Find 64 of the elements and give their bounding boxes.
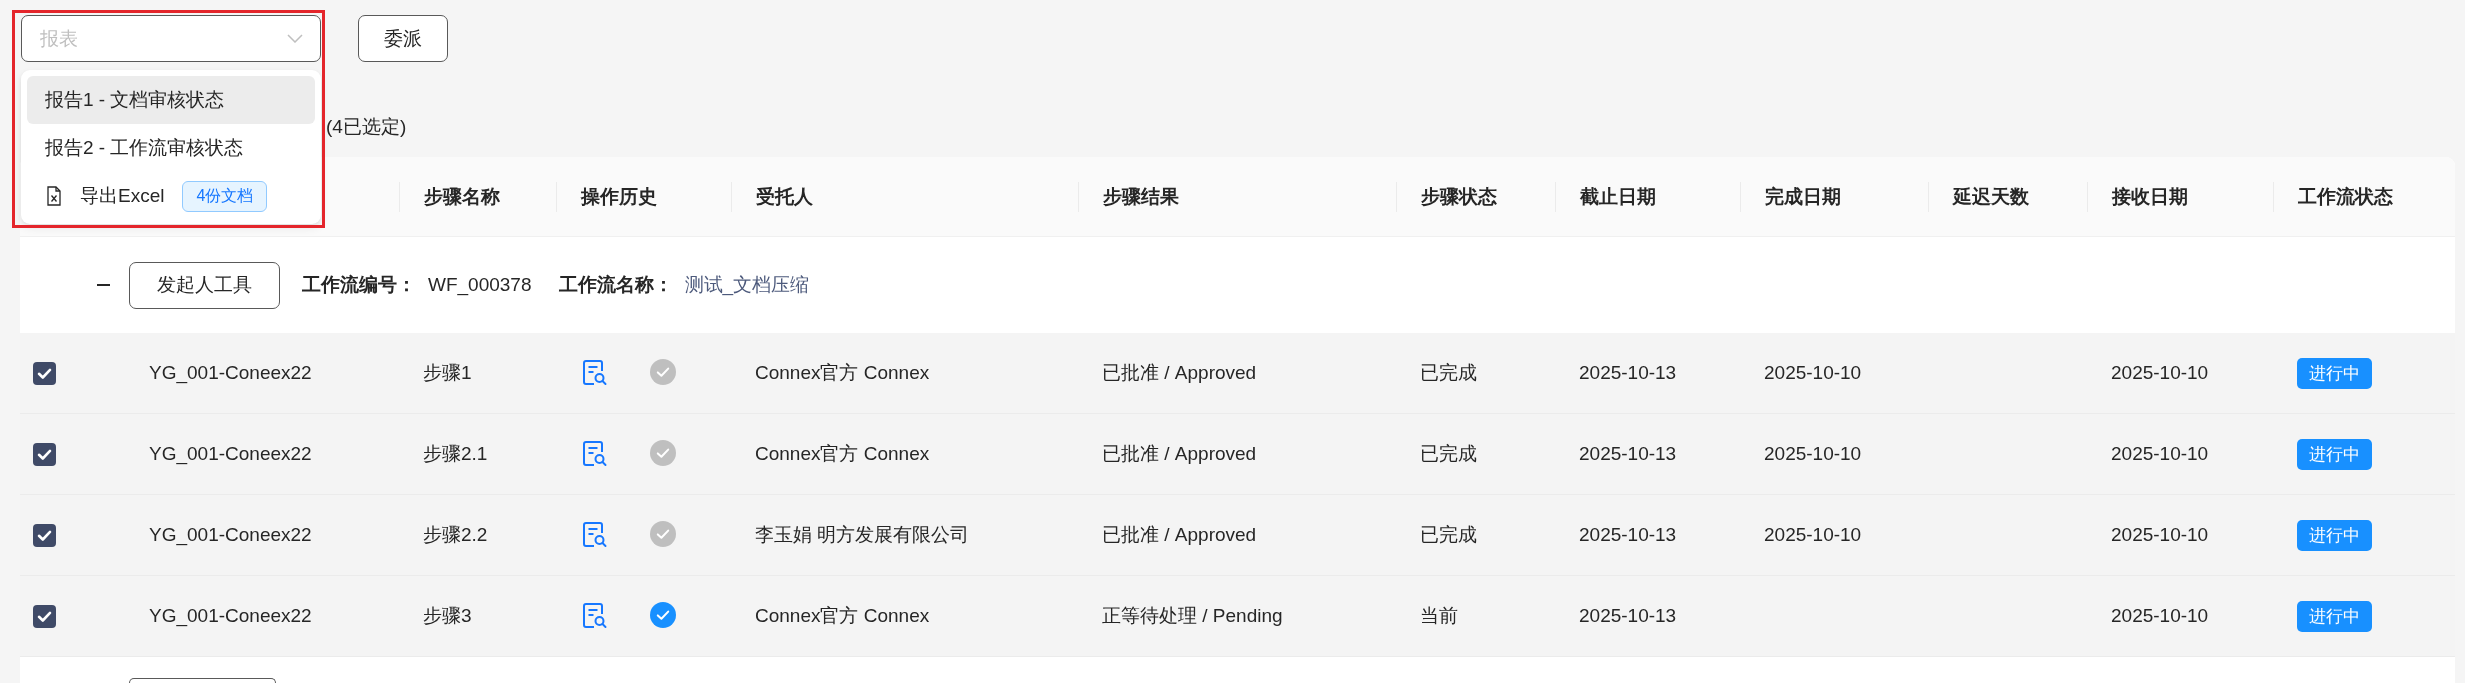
column-header: 受托人 <box>731 157 1078 236</box>
document-search-icon[interactable] <box>583 522 607 548</box>
field-label: 工作流名称： <box>558 273 673 297</box>
document-search-icon[interactable] <box>583 441 607 467</box>
initiator-button[interactable]: 发起人工具 <box>129 261 280 309</box>
table-cell-text: YG_001-Coneex22 <box>148 361 313 386</box>
table-cell-text: Connex官方 Connex <box>754 604 931 628</box>
count-badge: 4份文档 <box>182 180 268 212</box>
menu-item[interactable]: 报告1 - 文档审核状态 <box>27 76 315 124</box>
table-cell-text: 2025-10-13 <box>1578 523 1678 547</box>
table-cell-text: 2025-10-10 <box>2110 523 2210 547</box>
table-cell-text: 已批准 / Approved <box>1101 361 1258 385</box>
status-tag: 进行中 <box>2297 438 2372 470</box>
table-cell-text: 2025-10-10 <box>2110 604 2210 628</box>
table-cell-text: 2025-10-13 <box>1578 604 1678 628</box>
column-header: 工作流状态 <box>2273 157 2455 236</box>
column-header: 截止日期 <box>1555 157 1740 236</box>
column-header: 操作历史 <box>556 157 731 236</box>
column-header: 完成日期 <box>1740 157 1928 236</box>
table-cell-text: YG_001-Coneex22 <box>148 523 313 548</box>
selection-count: (4已选定) <box>326 116 407 137</box>
table-cell-text: 当前 <box>1419 604 1459 628</box>
table-cell-text: 正等待处理 / Pending <box>1101 604 1284 628</box>
workflow-number: WF_000378 <box>428 274 532 296</box>
table-cell-text: 2025-10-13 <box>1578 361 1678 385</box>
table-cell-text: 李玉娟 明方发展有限公司 <box>754 523 971 547</box>
table-cell-text: 2025-10-13 <box>1578 442 1678 466</box>
table-cell-text: 2025-10-10 <box>2110 442 2210 466</box>
table-cell-text: 2025-10-10 <box>2110 361 2210 385</box>
checkbox[interactable] <box>33 523 56 547</box>
table-cell-text: 已完成 <box>1419 523 1478 547</box>
chevron-down-icon <box>287 34 303 43</box>
table-cell-text: 2025-10-10 <box>1763 361 1863 385</box>
table-cell-text: 步骤2.1 <box>422 442 489 466</box>
document-search-icon[interactable] <box>583 360 607 386</box>
table-cell-text: 已批准 / Approved <box>1101 442 1258 466</box>
table-cell-text: Connex官方 Connex <box>754 361 931 385</box>
checkbox[interactable] <box>33 442 56 466</box>
checkbox[interactable] <box>33 361 56 385</box>
column-header: 延迟天数 <box>1928 157 2087 236</box>
column-header: 步骤结果 <box>1078 157 1396 236</box>
column-header: 接收日期 <box>2087 157 2273 236</box>
delegate-button[interactable]: 委派 <box>358 15 448 62</box>
status-tag: 进行中 <box>2297 357 2372 389</box>
checkbox[interactable] <box>33 604 56 628</box>
table-cell-text: 步骤1 <box>422 361 473 385</box>
table-cell-text: 已批准 / Approved <box>1101 523 1258 547</box>
table-cell-text: Connex官方 Connex <box>754 442 931 466</box>
table-cell-text: 步骤3 <box>422 604 473 628</box>
table-cell-text: YG_001-Coneex22 <box>148 442 313 467</box>
document-search-icon[interactable] <box>583 603 607 629</box>
table-cell-text: 2025-10-10 <box>1763 442 1863 466</box>
field-label: 工作流编号： <box>302 273 416 297</box>
status-tag: 进行中 <box>2297 600 2372 632</box>
workflow-name: 测试_文档压缩 <box>684 273 810 298</box>
table-cell-text: 步骤2.2 <box>422 523 489 547</box>
table-cell-text: 已完成 <box>1419 442 1478 466</box>
column-header: 步骤名称 <box>399 157 556 236</box>
spreadsheet-file-icon <box>47 186 61 206</box>
table-cell-text: YG_001-Coneex22 <box>148 604 313 629</box>
table-cell-text: 已完成 <box>1419 361 1478 385</box>
column-header: 步骤状态 <box>1396 157 1555 236</box>
status-tag: 进行中 <box>2297 519 2372 551</box>
table-cell-text: 2025-10-10 <box>1763 523 1863 547</box>
